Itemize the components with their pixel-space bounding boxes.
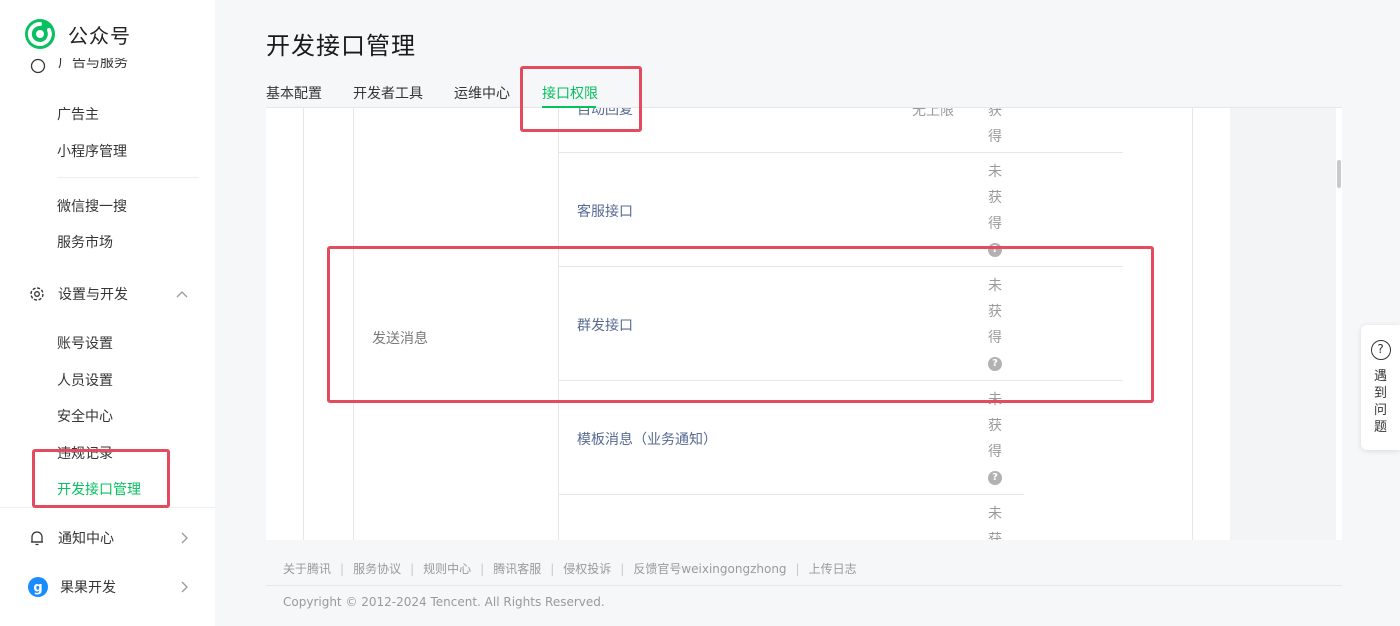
footer-divider (266, 585, 1342, 586)
separator: | (480, 561, 485, 576)
sidebar-item-account-settings[interactable]: 账号设置 (57, 333, 113, 353)
sidebar-group-guoguo[interactable]: g 果果开发 (28, 577, 188, 597)
chevron-right-icon (181, 532, 188, 544)
sidebar-item-security[interactable]: 安全中心 (57, 406, 113, 426)
separator: | (620, 561, 625, 576)
question-circle-icon: ? (1370, 340, 1391, 360)
interface-name-link[interactable]: 模板消息（业务通知） (577, 429, 717, 449)
status-char: 未 (988, 506, 1002, 522)
status-char: 获 (988, 418, 1002, 434)
help-question-icon[interactable]: ? (988, 471, 1002, 485)
interface-name-link[interactable]: 客服接口 (577, 201, 633, 221)
clock-icon (30, 58, 46, 74)
footer-link-feedback[interactable]: 反馈官号weixingongzhong (633, 560, 786, 577)
footer-link-support[interactable]: 腾讯客服 (493, 560, 541, 577)
tab-bar: 基本配置 开发者工具 运维中心 接口权限 (266, 82, 1342, 108)
page-title: 开发接口管理 (266, 32, 416, 60)
row-divider (559, 152, 1123, 153)
tab-basic-config[interactable]: 基本配置 (266, 83, 322, 103)
footer-link-upload-log[interactable]: 上传日志 (809, 560, 857, 577)
wechat-official-logo-icon (25, 19, 55, 49)
annotation-box-tab (520, 66, 642, 132)
status-char: 得 (988, 216, 1002, 232)
tab-dev-tools[interactable]: 开发者工具 (353, 83, 423, 103)
row-divider (559, 494, 1024, 495)
logo[interactable]: 公众号 (24, 18, 131, 50)
status-char: 未 (988, 164, 1002, 180)
divider (57, 177, 199, 178)
status-cell: 未 获 得 ? (987, 159, 1003, 257)
table-border (303, 108, 304, 540)
status-char: 获 (988, 532, 1002, 540)
sidebar-item-advertiser[interactable]: 广告主 (57, 104, 99, 124)
footer-link-agreement[interactable]: 服务协议 (353, 560, 401, 577)
tab-ops-center[interactable]: 运维中心 (454, 83, 510, 103)
separator: | (550, 561, 555, 576)
sidebar-group-label: 果果开发 (60, 580, 116, 596)
sidebar-item-search[interactable]: 微信搜一搜 (57, 196, 127, 216)
side-panel (1230, 108, 1336, 540)
guoguo-logo-icon: g (28, 577, 48, 597)
gear-icon (30, 287, 44, 301)
help-float-button[interactable]: ? 遇到问题 (1361, 325, 1400, 450)
limit-cell: 无上限 (912, 108, 954, 119)
help-label: 遇到问题 (1373, 369, 1387, 435)
sidebar-group-notifications[interactable]: 通知中心 (28, 528, 188, 548)
chevron-right-icon (181, 581, 188, 593)
sidebar-group-label: 设置与开发 (58, 287, 128, 303)
footer-links: 关于腾讯 | 服务协议 | 规则中心 | 腾讯客服 | 侵权投诉 | 反馈官号weixin… (283, 560, 857, 577)
separator: | (410, 561, 415, 576)
status-char: 获 (988, 190, 1002, 206)
copyright: Copyright © 2012-2024 Tencent. All Right… (283, 595, 605, 609)
footer-link-about[interactable]: 关于腾讯 (283, 560, 331, 577)
status-char: 得 (988, 444, 1002, 460)
status-cell: 获 得 (987, 108, 1003, 150)
logo-text: 公众号 (68, 23, 131, 48)
annotation-box-sidebar-item (32, 449, 170, 508)
sidebar-group-settings[interactable]: 设置与开发 (28, 284, 188, 304)
table-border (1192, 108, 1193, 540)
footer-link-complaint[interactable]: 侵权投诉 (563, 560, 611, 577)
svg-text:g: g (33, 581, 42, 596)
annotation-box-mass-send-row (327, 246, 1154, 403)
sidebar-group-ads-partial[interactable]: 广告与服务 (30, 58, 128, 74)
status-char: 获 (988, 108, 1002, 119)
status-char: 得 (988, 129, 1002, 145)
sidebar-group-label: 通知中心 (58, 531, 114, 547)
bell-icon (31, 531, 43, 546)
separator: | (795, 561, 800, 576)
sidebar-group-label: 广告与服务 (58, 58, 128, 71)
status-cell: 未 获 (987, 501, 1003, 540)
scrollbar-thumb[interactable] (1337, 160, 1341, 188)
sidebar: 公众号 广告与服务 广告主 小程序管理 微信搜一搜 服务市场 设置与开发 账号设… (0, 0, 215, 626)
chevron-up-icon (176, 291, 188, 298)
sidebar-item-member-settings[interactable]: 人员设置 (57, 370, 113, 390)
footer-link-rules[interactable]: 规则中心 (423, 560, 471, 577)
separator: | (340, 561, 345, 576)
sidebar-item-service-market[interactable]: 服务市场 (57, 232, 113, 252)
sidebar-item-miniprogram[interactable]: 小程序管理 (57, 141, 127, 161)
